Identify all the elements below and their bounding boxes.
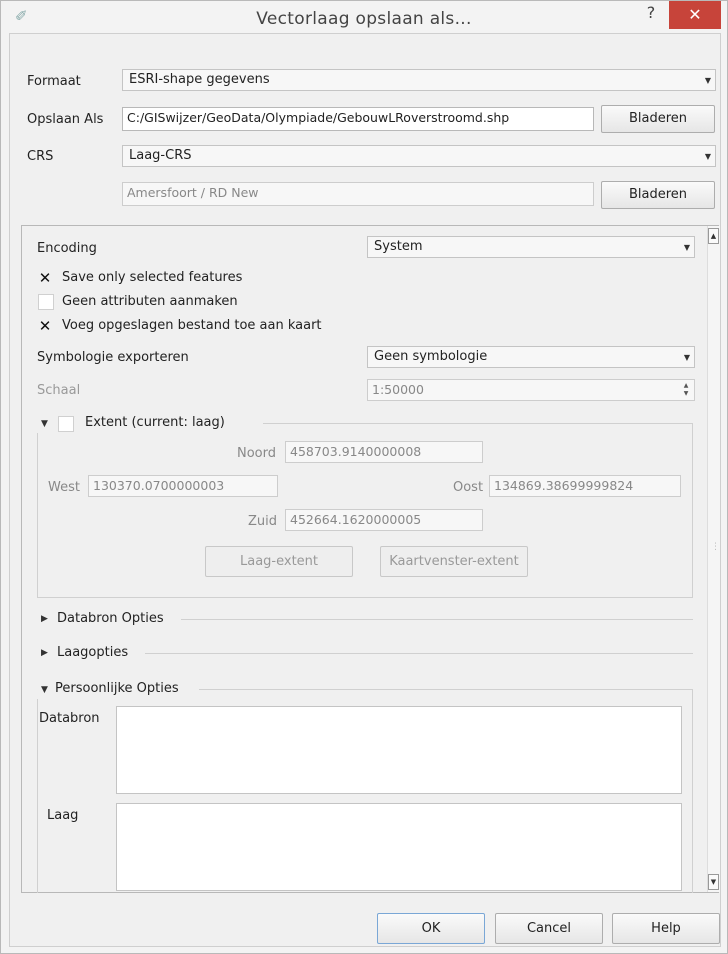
collapse-triangle-icon[interactable]: ▼ xyxy=(41,685,48,695)
save-as-path-input[interactable]: C:/GISwijzer/GeoData/Olympiade/GebouwLRo… xyxy=(122,107,594,131)
save-selected-label: Save only selected features xyxy=(62,270,243,285)
format-label: Formaat xyxy=(27,74,81,89)
title-bar: ✐ Vectorlaag opslaan als... ? ✕ xyxy=(1,1,727,33)
format-select-value: ESRI-shape gegevens xyxy=(129,72,270,87)
collapse-triangle-icon[interactable]: ▼ xyxy=(41,419,48,429)
no-attributes-label: Geen attributen aanmaken xyxy=(62,294,238,309)
chevron-down-icon: ▼ xyxy=(683,243,690,252)
no-attributes-checkbox[interactable] xyxy=(38,294,54,310)
vertical-scrollbar[interactable]: ▲ ⋮ ▼ xyxy=(707,226,720,892)
add-to-map-checkbox[interactable]: ✕ xyxy=(38,319,52,334)
layer-label: Laag xyxy=(47,808,79,823)
crs-label: CRS xyxy=(27,149,54,164)
east-label: Oost xyxy=(453,480,484,495)
extent-checkbox[interactable] xyxy=(58,416,74,432)
datasource-options-header[interactable]: Databron Opties xyxy=(57,611,164,626)
dialog-title: Vectorlaag opslaan als... xyxy=(256,9,472,29)
context-help-button[interactable]: ? xyxy=(641,3,661,25)
scroll-down-icon[interactable]: ▼ xyxy=(708,874,719,890)
scale-field: 1:50000 ▲ ▼ xyxy=(367,379,695,401)
dialog-window: ✐ Vectorlaag opslaan als... ? ✕ Formaat … xyxy=(0,0,728,954)
south-label: Zuid xyxy=(248,514,278,529)
chevron-down-icon: ▼ xyxy=(683,353,690,362)
west-label: West xyxy=(48,480,80,495)
chevron-down-icon: ▼ xyxy=(704,152,711,161)
expand-triangle-icon[interactable]: ▶ xyxy=(41,614,48,624)
custom-options-title[interactable]: Persoonlijke Opties xyxy=(55,681,179,696)
add-to-map-label: Voeg opgeslagen bestand toe aan kaart xyxy=(62,318,322,333)
symbology-select-value: Geen symbologie xyxy=(374,349,488,364)
north-field: 458703.9140000008 xyxy=(285,441,483,463)
divider xyxy=(181,619,693,620)
datasource-options-textarea[interactable] xyxy=(116,706,682,794)
save-as-label: Opslaan Als xyxy=(27,112,104,127)
scroll-grip-icon: ⋮ xyxy=(711,542,720,552)
crs-select[interactable]: Laag-CRS ▼ xyxy=(122,145,716,167)
north-label: Noord xyxy=(237,446,276,461)
cancel-button[interactable]: Cancel xyxy=(495,913,603,944)
scale-value: 1:50000 xyxy=(372,382,424,397)
symbology-select[interactable]: Geen symbologie ▼ xyxy=(367,346,695,368)
symbology-label: Symbologie exporteren xyxy=(37,350,189,365)
datasource-label: Databron xyxy=(39,711,100,726)
save-selected-checkbox[interactable]: ✕ xyxy=(38,271,52,286)
crs-name-field: Amersfoort / RD New xyxy=(122,182,594,206)
expand-triangle-icon[interactable]: ▶ xyxy=(41,648,48,658)
east-field: 134869.38699999824 xyxy=(489,475,681,497)
close-button[interactable]: ✕ xyxy=(669,1,721,29)
canvas-extent-button[interactable]: Kaartvenster-extent xyxy=(380,546,528,577)
ok-button[interactable]: OK xyxy=(377,913,485,944)
help-button[interactable]: Help xyxy=(612,913,720,944)
spinner-arrows-icon: ▲ ▼ xyxy=(683,382,689,397)
layer-extent-button[interactable]: Laag-extent xyxy=(205,546,353,577)
west-field: 130370.0700000003 xyxy=(88,475,278,497)
chevron-down-icon: ▼ xyxy=(704,76,711,85)
scroll-up-icon[interactable]: ▲ xyxy=(708,228,719,244)
extent-title: Extent (current: laag) xyxy=(85,415,225,430)
scale-label: Schaal xyxy=(37,383,81,398)
crs-select-value: Laag-CRS xyxy=(129,148,192,163)
browse-crs-button[interactable]: Bladeren xyxy=(601,181,715,209)
south-field: 452664.1620000005 xyxy=(285,509,483,531)
layer-options-textarea[interactable] xyxy=(116,803,682,891)
encoding-label: Encoding xyxy=(37,241,97,256)
layer-options-header[interactable]: Laagopties xyxy=(57,645,128,660)
divider xyxy=(145,653,693,654)
encoding-select[interactable]: System ▼ xyxy=(367,236,695,258)
browse-file-button[interactable]: Bladeren xyxy=(601,105,715,133)
encoding-select-value: System xyxy=(374,239,423,254)
format-select[interactable]: ESRI-shape gegevens ▼ xyxy=(122,69,716,91)
